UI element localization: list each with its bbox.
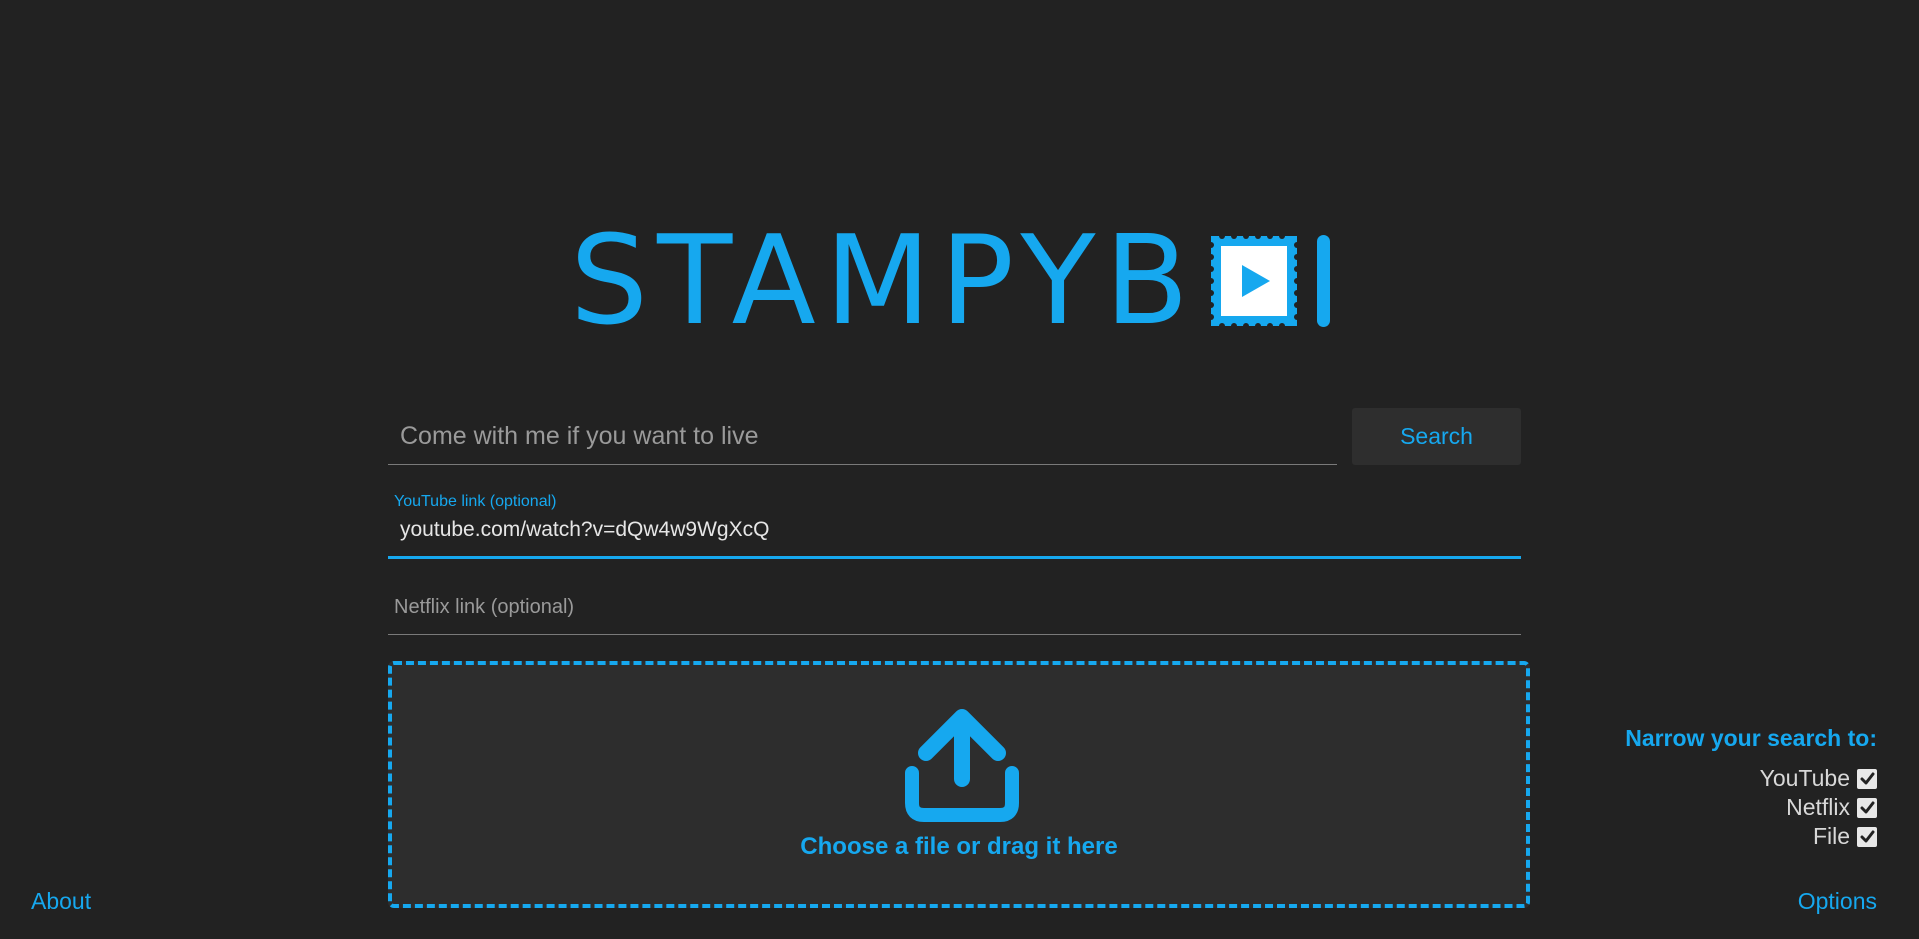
page: STAMPYB Search YouTube link (optional) y… (0, 0, 1919, 939)
logo-letter-i (1317, 235, 1330, 327)
about-link[interactable]: About (31, 888, 91, 915)
netflix-checkbox[interactable] (1857, 797, 1877, 818)
checkmark-icon (1860, 830, 1875, 842)
narrow-option-label: File (1812, 823, 1850, 849)
search-button[interactable]: Search (1352, 408, 1521, 465)
youtube-link-label: YouTube link (optional) (394, 493, 557, 510)
youtube-checkbox[interactable] (1857, 768, 1877, 789)
stamp-play-icon (1208, 233, 1300, 329)
netflix-link-placeholder: Netflix link (optional) (394, 596, 575, 618)
options-link[interactable]: Options (1798, 888, 1877, 915)
narrow-option-label: Netflix (1786, 794, 1850, 820)
logo: STAMPYB (570, 220, 1334, 343)
narrow-search-title: Narrow your search to: (1625, 725, 1877, 751)
youtube-link-field[interactable]: YouTube link (optional) youtube.com/watc… (388, 491, 1521, 559)
youtube-link-value[interactable]: youtube.com/watch?v=dQw4w9WgXcQ (400, 518, 769, 542)
narrow-search-panel: Narrow your search to: YouTube Netflix F… (1557, 725, 1877, 851)
dropzone-text: Choose a file or drag it here (800, 833, 1118, 860)
file-dropzone[interactable]: Choose a file or drag it here (388, 661, 1530, 908)
checkmark-icon (1860, 772, 1875, 784)
narrow-option-youtube: YouTube (1557, 764, 1877, 793)
search-row: Search (388, 408, 1521, 466)
narrow-option-netflix: Netflix (1557, 793, 1877, 822)
narrow-option-label: YouTube (1759, 765, 1850, 791)
file-checkbox[interactable] (1857, 826, 1877, 847)
checkmark-icon (1860, 801, 1875, 813)
narrow-option-file: File (1557, 822, 1877, 851)
logo-text: STAMPYB (570, 210, 1198, 353)
netflix-link-field[interactable]: Netflix link (optional) (388, 584, 1521, 635)
upload-icon (905, 709, 1019, 822)
search-input[interactable] (388, 408, 1337, 465)
